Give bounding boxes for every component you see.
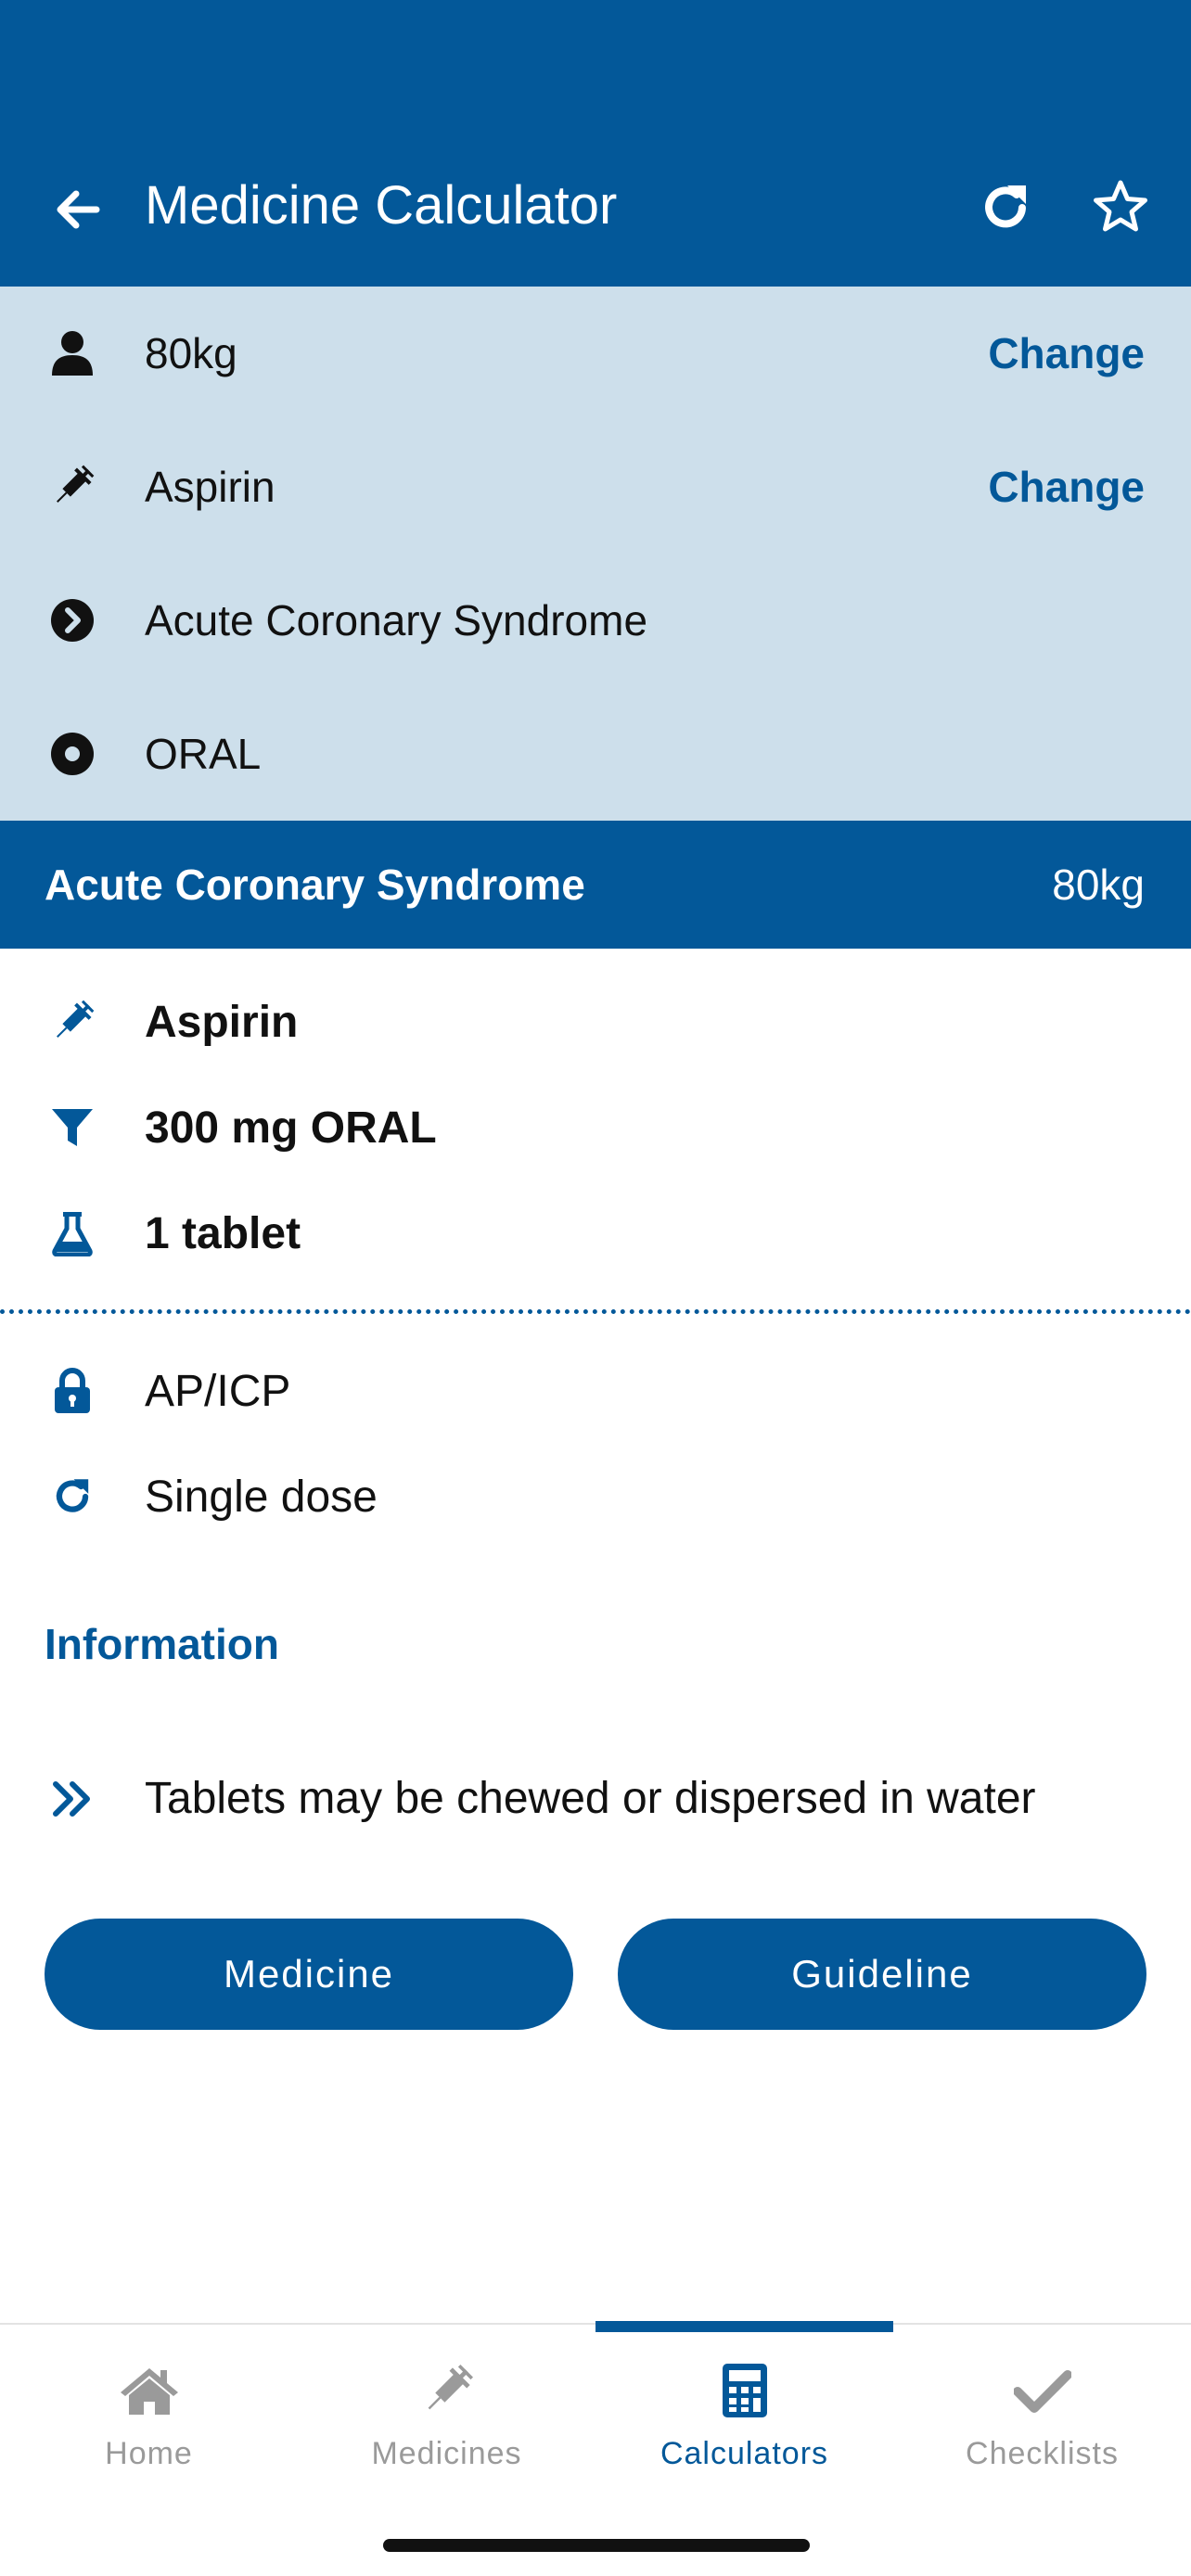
refresh-icon — [985, 185, 1026, 228]
tab-checklists[interactable]: Checklists — [893, 2325, 1191, 2492]
medicine-button[interactable]: Medicine — [45, 1919, 573, 2030]
tab-medicines-label: Medicines — [371, 2436, 522, 2471]
checkmark-icon — [893, 2358, 1191, 2423]
result-weight: 80kg — [1052, 861, 1145, 909]
lock-icon — [43, 1361, 102, 1421]
dose-medicine-row: Aspirin — [0, 969, 1191, 1075]
star-outline-icon — [1094, 180, 1147, 232]
refresh-button[interactable] — [970, 172, 1041, 243]
tab-home-label: Home — [105, 2436, 193, 2471]
tab-calculators[interactable]: Calculators — [596, 2321, 893, 2492]
change-weight-button[interactable]: Change — [988, 328, 1145, 378]
guideline-button[interactable]: Guideline — [618, 1919, 1146, 2030]
weight-value: 80kg — [145, 329, 237, 377]
app-header: Medicine Calculator — [0, 0, 1191, 287]
chevron-circle-right-icon — [43, 591, 102, 650]
tab-medicines[interactable]: Medicines — [298, 2325, 596, 2492]
dose-medicine: Aspirin — [145, 997, 299, 1047]
divider — [0, 1309, 1191, 1314]
clinician-level: AP/ICP — [145, 1366, 291, 1416]
tab-home[interactable]: Home — [0, 2325, 298, 2492]
calculator-icon — [596, 2358, 893, 2423]
change-medicine-button[interactable]: Change — [988, 462, 1145, 512]
result-band: Acute Coronary Syndrome 80kg — [0, 821, 1191, 949]
route-row: ORAL — [0, 687, 1191, 821]
dot-circle-icon — [43, 724, 102, 784]
information-note-text: Tablets may be chewed or dispersed in wa… — [145, 1774, 1036, 1823]
frequency-value: Single dose — [145, 1472, 378, 1522]
person-icon — [43, 324, 102, 383]
double-chevron-right-icon — [43, 1769, 102, 1829]
flask-icon — [43, 1204, 102, 1263]
tab-checklists-label: Checklists — [966, 2436, 1119, 2471]
page-title: Medicine Calculator — [145, 175, 618, 236]
arrow-left-icon — [57, 190, 100, 229]
result-condition: Acute Coronary Syndrome — [45, 861, 585, 909]
filter-icon — [43, 1098, 102, 1157]
frequency-row: Single dose — [0, 1444, 1191, 1549]
syringe-icon — [43, 457, 102, 516]
tab-calculators-label: Calculators — [660, 2436, 829, 2471]
repeat-icon — [43, 1467, 102, 1526]
clinician-row: AP/ICP — [0, 1338, 1191, 1444]
dose-quantity: 1 tablet — [145, 1208, 301, 1258]
syringe-icon — [298, 2358, 596, 2423]
dose-amount-row: 300 mg ORAL — [0, 1075, 1191, 1180]
selection-summary: 80kg Change Aspirin Change Acute Coronar… — [0, 287, 1191, 821]
home-indicator — [383, 2539, 810, 2552]
active-tab-indicator — [596, 2321, 893, 2332]
indication-value: Acute Coronary Syndrome — [145, 596, 648, 644]
back-button[interactable] — [45, 176, 111, 243]
dose-quantity-row: 1 tablet — [0, 1180, 1191, 1286]
information-note: Tablets may be chewed or dispersed in wa… — [0, 1743, 1191, 1855]
route-value: ORAL — [145, 730, 262, 778]
weight-row: 80kg Change — [0, 287, 1191, 420]
medicine-value: Aspirin — [145, 463, 275, 511]
syringe-icon — [43, 992, 102, 1052]
information-heading: Information — [45, 1620, 279, 1668]
medicine-row: Aspirin Change — [0, 420, 1191, 554]
indication-row: Acute Coronary Syndrome — [0, 554, 1191, 687]
dose-amount: 300 mg ORAL — [145, 1103, 437, 1153]
home-icon — [0, 2358, 298, 2423]
favorite-button[interactable] — [1085, 172, 1156, 243]
